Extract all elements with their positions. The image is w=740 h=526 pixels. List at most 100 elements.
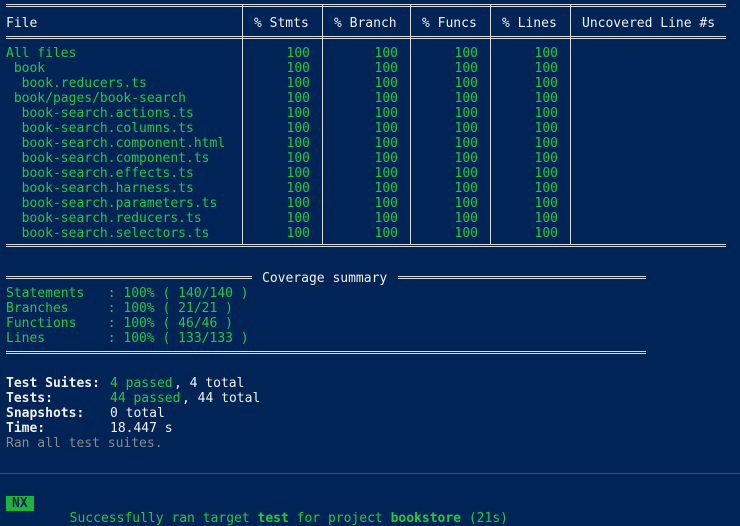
header-stmts: % Stmts [254, 16, 309, 31]
row-funcs-value: 100 [454, 181, 478, 196]
row-stmts-value: 100 [286, 181, 310, 196]
column-divider [490, 4, 491, 245]
row-funcs-value: 100 [454, 46, 478, 61]
row-stmts-value: 100 [286, 106, 310, 121]
nx-msg-prefix: Successfully ran target [69, 511, 258, 526]
row-lines-value: 100 [534, 211, 558, 226]
row-branch-value: 100 [374, 106, 398, 121]
suites-passed: 4 passed [110, 376, 173, 391]
header-lines: % Lines [502, 16, 557, 31]
summary-title: Coverage summary [262, 271, 388, 286]
table-bottom-border [6, 244, 726, 247]
column-divider [570, 4, 571, 245]
row-lines-value: 100 [534, 196, 558, 211]
summary-statements: Statements : 100% ( 140/140 ) [6, 286, 249, 301]
row-file-name: book/pages/book-search [6, 91, 187, 106]
row-file-name: book-search.columns.ts [6, 121, 194, 136]
column-divider [410, 4, 411, 245]
row-stmts-value: 100 [286, 91, 310, 106]
nx-msg-middle: for project [288, 511, 391, 526]
time-label: Time: [6, 421, 46, 436]
row-lines-value: 100 [534, 106, 558, 121]
row-stmts-value: 100 [286, 151, 310, 166]
summary-lines: Lines : 100% ( 133/133 ) [6, 331, 249, 346]
row-file-name: book-search.component.ts [6, 151, 210, 166]
row-lines-value: 100 [534, 226, 558, 241]
row-funcs-value: 100 [454, 76, 478, 91]
row-branch-value: 100 [374, 76, 398, 91]
row-branch-value: 100 [374, 226, 398, 241]
row-lines-value: 100 [534, 121, 558, 136]
row-file-name: book-search.component.html [6, 136, 226, 151]
row-stmts-value: 100 [286, 166, 310, 181]
header-funcs: % Funcs [422, 16, 477, 31]
ran-all-message: Ran all test suites. [6, 436, 163, 451]
summary-rule-right [398, 276, 646, 279]
nx-target: test [257, 511, 289, 526]
row-branch-value: 100 [374, 46, 398, 61]
column-divider [322, 4, 323, 245]
row-lines-value: 100 [534, 61, 558, 76]
row-stmts-value: 100 [286, 61, 310, 76]
nx-badge: NX [6, 496, 34, 511]
row-funcs-value: 100 [454, 121, 478, 136]
tests-passed: 44 passed [110, 391, 181, 406]
header-branch: % Branch [334, 16, 397, 31]
summary-bottom-rule [6, 351, 646, 354]
row-branch-value: 100 [374, 181, 398, 196]
row-branch-value: 100 [374, 121, 398, 136]
row-file-name: All files [6, 46, 77, 61]
row-funcs-value: 100 [454, 106, 478, 121]
row-branch-value: 100 [374, 166, 398, 181]
row-file-name: book-search.effects.ts [6, 166, 194, 181]
time-value: 18.447 s [110, 421, 173, 436]
row-lines-value: 100 [534, 91, 558, 106]
row-file-name: book-search.actions.ts [6, 106, 194, 121]
row-stmts-value: 100 [286, 196, 310, 211]
row-branch-value: 100 [374, 136, 398, 151]
snapshots-label: Snapshots: [6, 406, 85, 421]
header-uncovered: Uncovered Line #s [582, 16, 716, 31]
row-file-name: book [6, 61, 46, 76]
row-stmts-value: 100 [286, 76, 310, 91]
tests-total: , 44 total [182, 391, 261, 406]
row-lines-value: 100 [534, 151, 558, 166]
snapshots-value: 0 total [110, 406, 165, 421]
nx-separator [0, 473, 740, 474]
row-funcs-value: 100 [454, 151, 478, 166]
nx-project: bookstore [390, 511, 462, 526]
row-file-name: book-search.parameters.ts [6, 196, 218, 211]
row-lines-value: 100 [534, 76, 558, 91]
header-file: File [6, 16, 38, 31]
summary-rule-left [6, 276, 252, 279]
row-funcs-value: 100 [454, 196, 478, 211]
row-funcs-value: 100 [454, 61, 478, 76]
row-funcs-value: 100 [454, 211, 478, 226]
row-funcs-value: 100 [454, 136, 478, 151]
row-stmts-value: 100 [286, 46, 310, 61]
row-file-name: book.reducers.ts [6, 76, 147, 91]
table-top-border [6, 4, 726, 7]
nx-duration: (21s) [461, 511, 508, 526]
summary-functions: Functions : 100% ( 46/46 ) [6, 316, 233, 331]
row-lines-value: 100 [534, 46, 558, 61]
row-lines-value: 100 [534, 136, 558, 151]
column-divider [242, 4, 243, 245]
row-stmts-value: 100 [286, 136, 310, 151]
row-funcs-value: 100 [454, 166, 478, 181]
row-funcs-value: 100 [454, 226, 478, 241]
row-stmts-value: 100 [286, 226, 310, 241]
suites-total: , 4 total [174, 376, 245, 391]
row-file-name: book-search.selectors.ts [6, 226, 210, 241]
row-stmts-value: 100 [286, 211, 310, 226]
row-file-name: book-search.harness.ts [6, 181, 194, 196]
row-branch-value: 100 [374, 91, 398, 106]
row-branch-value: 100 [374, 211, 398, 226]
row-branch-value: 100 [374, 61, 398, 76]
row-funcs-value: 100 [454, 91, 478, 106]
row-branch-value: 100 [374, 196, 398, 211]
summary-branches: Branches : 100% ( 21/21 ) [6, 301, 233, 316]
row-file-name: book-search.reducers.ts [6, 211, 202, 226]
row-stmts-value: 100 [286, 121, 310, 136]
row-branch-value: 100 [374, 151, 398, 166]
